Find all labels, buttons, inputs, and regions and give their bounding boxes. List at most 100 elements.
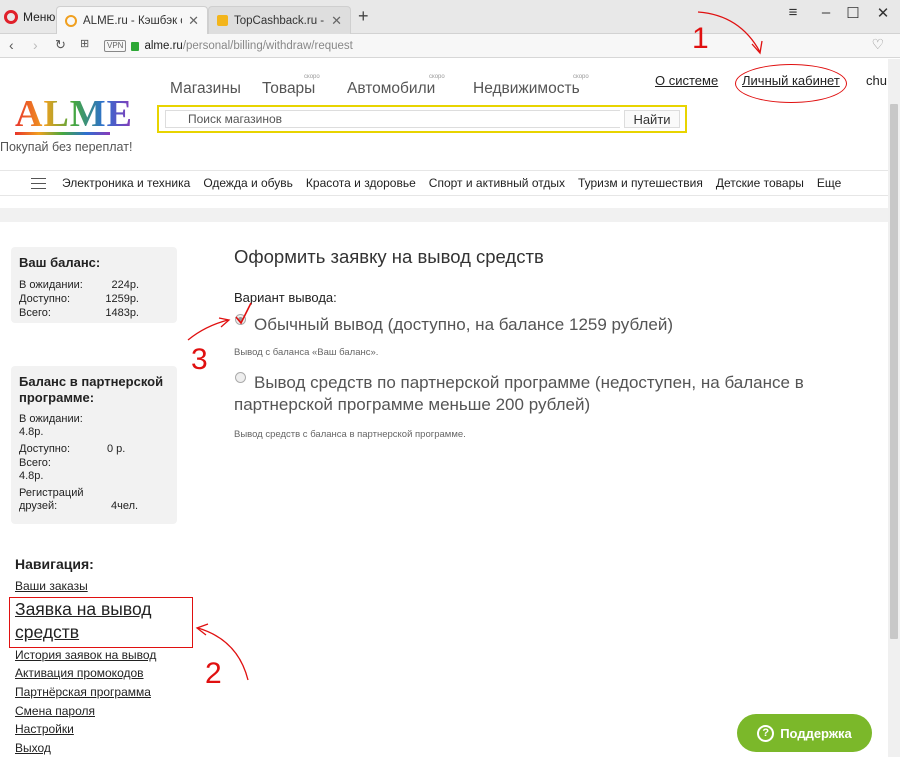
partner-friends-label: Регистраций друзей: xyxy=(19,487,84,512)
partner-available-label: Доступно: xyxy=(19,443,71,455)
url-domain: alme.ru xyxy=(144,40,183,52)
nav-link-promo-activation[interactable]: Активация промокодов xyxy=(15,666,144,680)
content-divider xyxy=(0,208,888,222)
secure-lock-icon[interactable] xyxy=(131,41,140,51)
alme-logo[interactable]: ALME xyxy=(15,95,133,133)
browser-tab-bar: Меню ALME.ru - Кэшбэк сервис ✕ TopCashba… xyxy=(0,0,900,35)
balance-total-label: Всего: xyxy=(19,307,51,319)
alme-favicon-icon xyxy=(65,15,77,27)
nav-link-change-password[interactable]: Смена пароля xyxy=(15,704,95,718)
partner-pending-value: 4.8р. xyxy=(19,426,44,438)
close-tab-icon[interactable]: ✕ xyxy=(188,13,199,29)
support-button[interactable]: ? Поддержка xyxy=(737,714,872,752)
option-partner-withdraw-hint: Вывод средств с баланса в партнерской пр… xyxy=(234,429,466,440)
back-arrow-icon[interactable]: ‹ xyxy=(9,37,14,53)
url-path: /personal/billing/withdraw/request xyxy=(182,40,353,52)
topnav-stores[interactable]: Магазины xyxy=(170,80,241,98)
balance-available-label: Доступно: xyxy=(19,293,71,305)
annotation-arrow-3 xyxy=(187,319,229,341)
nav-link-orders[interactable]: Ваши заказы xyxy=(15,579,88,593)
speed-dial-grid-icon[interactable]: ⊞ xyxy=(80,37,89,50)
annotation-number-1: 1 xyxy=(692,22,709,55)
topnav-realty[interactable]: Недвижимость скоро xyxy=(473,74,589,98)
topnav-label: Магазины xyxy=(170,80,241,97)
topcashback-favicon-icon xyxy=(217,15,228,26)
window-close-icon[interactable]: ✕ xyxy=(873,4,893,22)
store-search-input[interactable] xyxy=(165,110,620,128)
balance-panel: Ваш баланс: В ожидании: 224р. Доступно: 12… xyxy=(11,247,177,323)
new-tab-plus-icon[interactable]: + xyxy=(358,6,369,27)
category-link-more[interactable]: Еще xyxy=(817,176,841,190)
soon-badge: скоро xyxy=(573,74,589,80)
category-link-beauty[interactable]: Красота и здоровье xyxy=(306,176,416,190)
partner-total-label: Всего: xyxy=(19,457,51,469)
page-scrollbar[interactable] xyxy=(888,59,900,757)
question-icon: ? xyxy=(757,724,775,742)
nav-link-logout[interactable]: Выход xyxy=(15,741,51,755)
forward-arrow-icon[interactable]: › xyxy=(33,37,38,53)
category-bar: Электроника и техника Одежда и обувь Кра… xyxy=(0,170,888,196)
balance-total-value: 1483р. xyxy=(105,307,139,319)
category-link-travel[interactable]: Туризм и путешествия xyxy=(578,176,703,190)
tab-title: TopCashback.ru - Топ лучш xyxy=(234,14,325,27)
browser-tab-topcashback[interactable]: TopCashback.ru - Топ лучш ✕ xyxy=(208,6,351,34)
about-system-link[interactable]: О системе xyxy=(655,73,718,88)
category-link-electronics[interactable]: Электроника и техника xyxy=(62,176,190,190)
annotation-box-withdraw-link xyxy=(9,597,193,648)
soon-badge: скоро xyxy=(304,74,320,80)
browser-tab-alme[interactable]: ALME.ru - Кэшбэк сервис ✕ xyxy=(56,6,208,35)
partner-balance-panel: Баланс в партнерской программе: В ожидан… xyxy=(11,366,177,524)
topnav-label: Товары xyxy=(262,80,316,97)
vpn-badge[interactable]: VPN xyxy=(104,40,127,52)
option-partner-withdraw-label[interactable]: Вывод средств по партнерской программе (… xyxy=(234,372,874,416)
category-link-sport[interactable]: Спорт и активный отдых xyxy=(429,176,565,190)
nav-link-withdraw-history[interactable]: История заявок на вывод xyxy=(15,648,156,662)
topnav-goods[interactable]: Товары скоро xyxy=(262,74,320,98)
balance-title: Ваш баланс: xyxy=(19,255,101,270)
category-link-kids[interactable]: Детские товары xyxy=(716,176,804,190)
partner-friends-value: 4чел. xyxy=(111,500,139,512)
annotation-oval-cabinet xyxy=(735,64,847,103)
bookmark-heart-icon[interactable]: ♡ xyxy=(871,36,884,53)
option-regular-withdraw-hint: Вывод с баланса «Ваш баланс». xyxy=(234,347,379,358)
search-button[interactable]: Найти xyxy=(624,110,680,128)
scrollbar-thumb[interactable] xyxy=(890,104,898,639)
hamburger-menu-icon[interactable] xyxy=(31,178,46,189)
user-name-link[interactable]: chu xyxy=(866,73,887,88)
nav-link-partner-program[interactable]: Партнёрская программа xyxy=(15,685,151,699)
option-regular-withdraw-label[interactable]: Обычный вывод (доступно, на балансе 1259… xyxy=(234,314,874,336)
url-field[interactable]: VPN alme.ru/personal/billing/withdraw/re… xyxy=(104,36,894,56)
partner-total-value: 4.8р. xyxy=(19,470,44,482)
partner-available-value: 0 р. xyxy=(107,443,126,455)
navigation-title: Навигация: xyxy=(15,556,94,572)
browser-menu-button[interactable]: Меню xyxy=(4,6,55,28)
site-tagline: Покупай без переплат! xyxy=(0,140,133,154)
page-title: Оформить заявку на вывод средств xyxy=(234,246,544,267)
maximize-icon[interactable]: ☐ xyxy=(843,4,863,22)
balance-pending-label: В ожидании: xyxy=(19,279,83,291)
withdraw-variant-label: Вариант вывода: xyxy=(234,290,337,305)
browser-menu-label: Меню xyxy=(23,10,56,24)
category-link-clothing[interactable]: Одежда и обувь xyxy=(203,176,293,190)
partner-balance-title: Баланс в партнерской программе: xyxy=(19,374,164,405)
minimize-icon[interactable]: – xyxy=(816,4,836,21)
support-label: Поддержка xyxy=(780,725,852,741)
topnav-label: Автомобили xyxy=(347,80,436,97)
topnav-cars[interactable]: Автомобили скоро xyxy=(347,74,445,98)
balance-pending-value: 224р. xyxy=(111,279,139,291)
address-bar: ‹ › ↻ ⊞ VPN alme.ru/personal/billing/wit… xyxy=(0,34,900,58)
close-tab-icon[interactable]: ✕ xyxy=(331,13,342,29)
nav-link-settings[interactable]: Настройки xyxy=(15,722,74,736)
partner-pending-label: В ожидании: xyxy=(19,413,83,425)
annotation-arrowhead-3 xyxy=(218,317,231,328)
balance-available-value: 1259р. xyxy=(105,293,139,305)
soon-badge: скоро xyxy=(429,74,445,80)
store-search-box: Найти xyxy=(157,105,687,133)
reload-icon[interactable]: ↻ xyxy=(55,37,66,53)
logo-rainbow-underline xyxy=(15,132,110,135)
annotation-arrowhead-2 xyxy=(195,623,209,636)
topnav-label: Недвижимость xyxy=(473,80,580,97)
tab-title: ALME.ru - Кэшбэк сервис xyxy=(83,15,182,27)
opera-logo-icon xyxy=(4,10,18,24)
tab-menu-icon[interactable]: ≡ xyxy=(783,4,803,21)
